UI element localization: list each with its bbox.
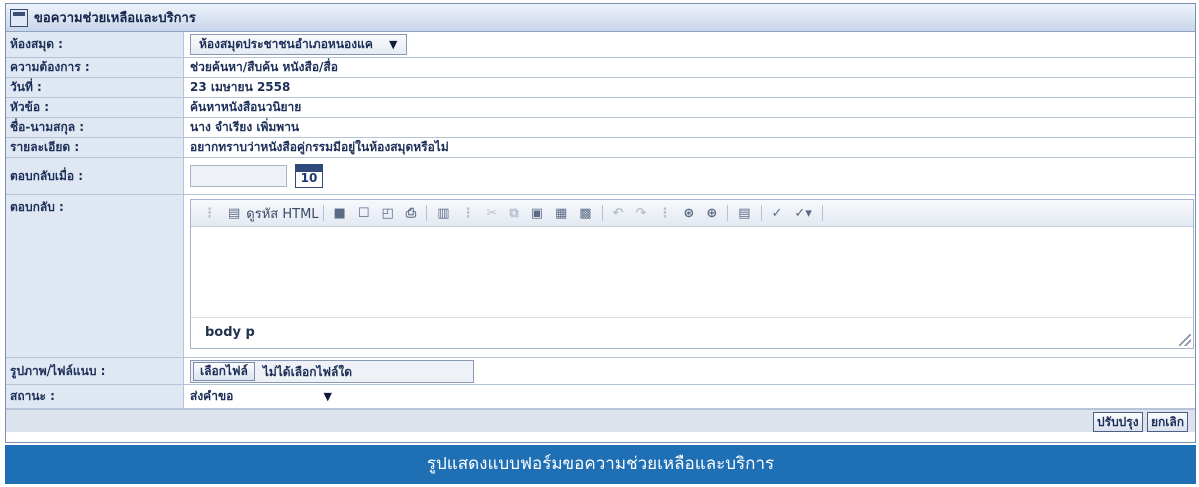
- toolbar-grip-icon: ⋮: [203, 205, 216, 221]
- cancel-button[interactable]: ยกเลิก: [1147, 412, 1189, 432]
- new-page-icon[interactable]: ☐: [358, 206, 370, 221]
- library-label: ห้องสมุด :: [6, 32, 184, 57]
- paste-word-icon[interactable]: ▩: [579, 206, 591, 221]
- status-select[interactable]: ส่งคำขอ ▼: [190, 387, 340, 406]
- copy-icon[interactable]: ⧉: [509, 206, 518, 221]
- save-icon[interactable]: ■: [334, 206, 346, 221]
- action-bar: ปรับปรุง ยกเลิก: [6, 409, 1195, 432]
- subject-value: ค้นหาหนังสือนวนิยาย: [190, 100, 302, 114]
- editor-content-area[interactable]: [191, 227, 1193, 317]
- toolbar-grip-icon: ⋮: [658, 205, 672, 221]
- detail-label: รายละเอียด :: [6, 138, 184, 157]
- need-label: ความต้องการ :: [6, 58, 184, 77]
- reply-when-label: ตอบกลับเมื่อ :: [6, 158, 184, 194]
- library-select[interactable]: ห้องสมุดประชาชนอำเภอหนองแค ▼: [190, 34, 407, 55]
- attachment-label: รูปภาพ/ไฟล์แนบ :: [6, 358, 184, 384]
- preview-icon[interactable]: ◰: [382, 206, 394, 221]
- form-window-icon: [10, 8, 28, 27]
- reply-editor[interactable]: ⋮ ▤ ดูรหัส HTML ■ ☐ ◰ ⎙ ▥ ⋮ ✂ ⧉ ▣ ▦ ▩ ↶ …: [190, 199, 1194, 349]
- name-row: ชื่อ-นามสกุล : นาง จำเรียง เพิ่มพาน: [6, 118, 1195, 138]
- status-row: สถานะ : ส่งคำขอ ▼: [6, 385, 1195, 409]
- resize-handle-icon[interactable]: [1179, 334, 1191, 346]
- status-label: สถานะ :: [6, 385, 184, 408]
- reply-when-row: ตอบกลับเมื่อ : 10: [6, 158, 1195, 195]
- choose-file-button[interactable]: เลือกไฟล์: [193, 362, 255, 381]
- attachment-row: รูปภาพ/ไฟล์แนบ : เลือกไฟล์ ไม่ได้เลือกไฟ…: [6, 358, 1195, 385]
- find-icon[interactable]: ⊛: [683, 206, 694, 221]
- update-button[interactable]: ปรับปรุง: [1093, 412, 1143, 432]
- no-file-text: ไม่ได้เลือกไฟล์ใด: [262, 364, 353, 379]
- file-input[interactable]: เลือกไฟล์ ไม่ได้เลือกไฟล์ใด: [190, 360, 474, 383]
- view-html-button[interactable]: ดูรหัส HTML: [246, 203, 318, 224]
- help-request-form: ขอความช่วยเหลือและบริการ ห้องสมุด : ห้อง…: [5, 3, 1196, 443]
- spellcheck-dropdown-icon[interactable]: ✓▾: [794, 206, 811, 221]
- toolbar-grip-icon: ⋮: [461, 205, 475, 221]
- subject-label: หัวข้อ :: [6, 98, 184, 117]
- date-value: 23 เมษายน 2558: [190, 80, 291, 94]
- reply-date-input[interactable]: [190, 165, 287, 187]
- select-all-icon[interactable]: ▤: [738, 206, 750, 221]
- redo-icon[interactable]: ↷: [636, 206, 647, 221]
- name-label: ชื่อ-นามสกุล :: [6, 118, 184, 137]
- name-value: นาง จำเรียง เพิ่มพาน: [190, 120, 300, 134]
- status-value: ส่งคำขอ: [190, 389, 234, 403]
- paste-text-icon[interactable]: ▦: [555, 206, 567, 221]
- library-row: ห้องสมุด : ห้องสมุดประชาชนอำเภอหนองแค ▼: [6, 32, 1195, 58]
- detail-row: รายละเอียด : อยากทราบว่าหนังสือคู่กรรมมี…: [6, 138, 1195, 158]
- form-titlebar: ขอความช่วยเหลือและบริการ: [6, 4, 1195, 32]
- date-label: วันที่ :: [6, 78, 184, 97]
- library-value: ห้องสมุดประชาชนอำเภอหนองแค: [199, 37, 373, 51]
- dropdown-arrow-icon: ▼: [323, 390, 332, 403]
- replace-icon[interactable]: ⊕: [706, 206, 717, 221]
- dropdown-arrow-icon: ▼: [389, 38, 398, 51]
- date-row: วันที่ : 23 เมษายน 2558: [6, 78, 1195, 98]
- figure-caption: รูปแสดงแบบฟอร์มขอความช่วยเหลือและบริการ: [5, 445, 1196, 484]
- templates-icon[interactable]: ▥: [437, 206, 449, 221]
- need-row: ความต้องการ : ช่วยค้นหา/สืบค้น หนังสือ/ส…: [6, 58, 1195, 78]
- source-icon[interactable]: ▤: [228, 206, 240, 221]
- editor-element-path: body p: [191, 317, 1193, 348]
- form-title: ขอความช่วยเหลือและบริการ: [34, 11, 196, 26]
- detail-value: อยากทราบว่าหนังสือคู่กรรมมีอยู่ในห้องสมุ…: [190, 140, 449, 154]
- subject-row: หัวข้อ : ค้นหาหนังสือนวนิยาย: [6, 98, 1195, 118]
- reply-label: ตอบกลับ :: [6, 195, 184, 357]
- calendar-icon[interactable]: 10: [295, 164, 323, 188]
- spellcheck-icon[interactable]: ✓: [772, 206, 783, 221]
- cut-icon[interactable]: ✂: [487, 206, 498, 221]
- need-value: ช่วยค้นหา/สืบค้น หนังสือ/สื่อ: [190, 60, 338, 74]
- undo-icon[interactable]: ↶: [613, 206, 624, 221]
- paste-icon[interactable]: ▣: [531, 206, 543, 221]
- reply-row: ตอบกลับ : ⋮ ▤ ดูรหัส HTML ■ ☐ ◰ ⎙ ▥ ⋮ ✂ …: [6, 195, 1195, 358]
- print-icon[interactable]: ⎙: [406, 206, 416, 221]
- editor-toolbar: ⋮ ▤ ดูรหัส HTML ■ ☐ ◰ ⎙ ▥ ⋮ ✂ ⧉ ▣ ▦ ▩ ↶ …: [191, 200, 1193, 227]
